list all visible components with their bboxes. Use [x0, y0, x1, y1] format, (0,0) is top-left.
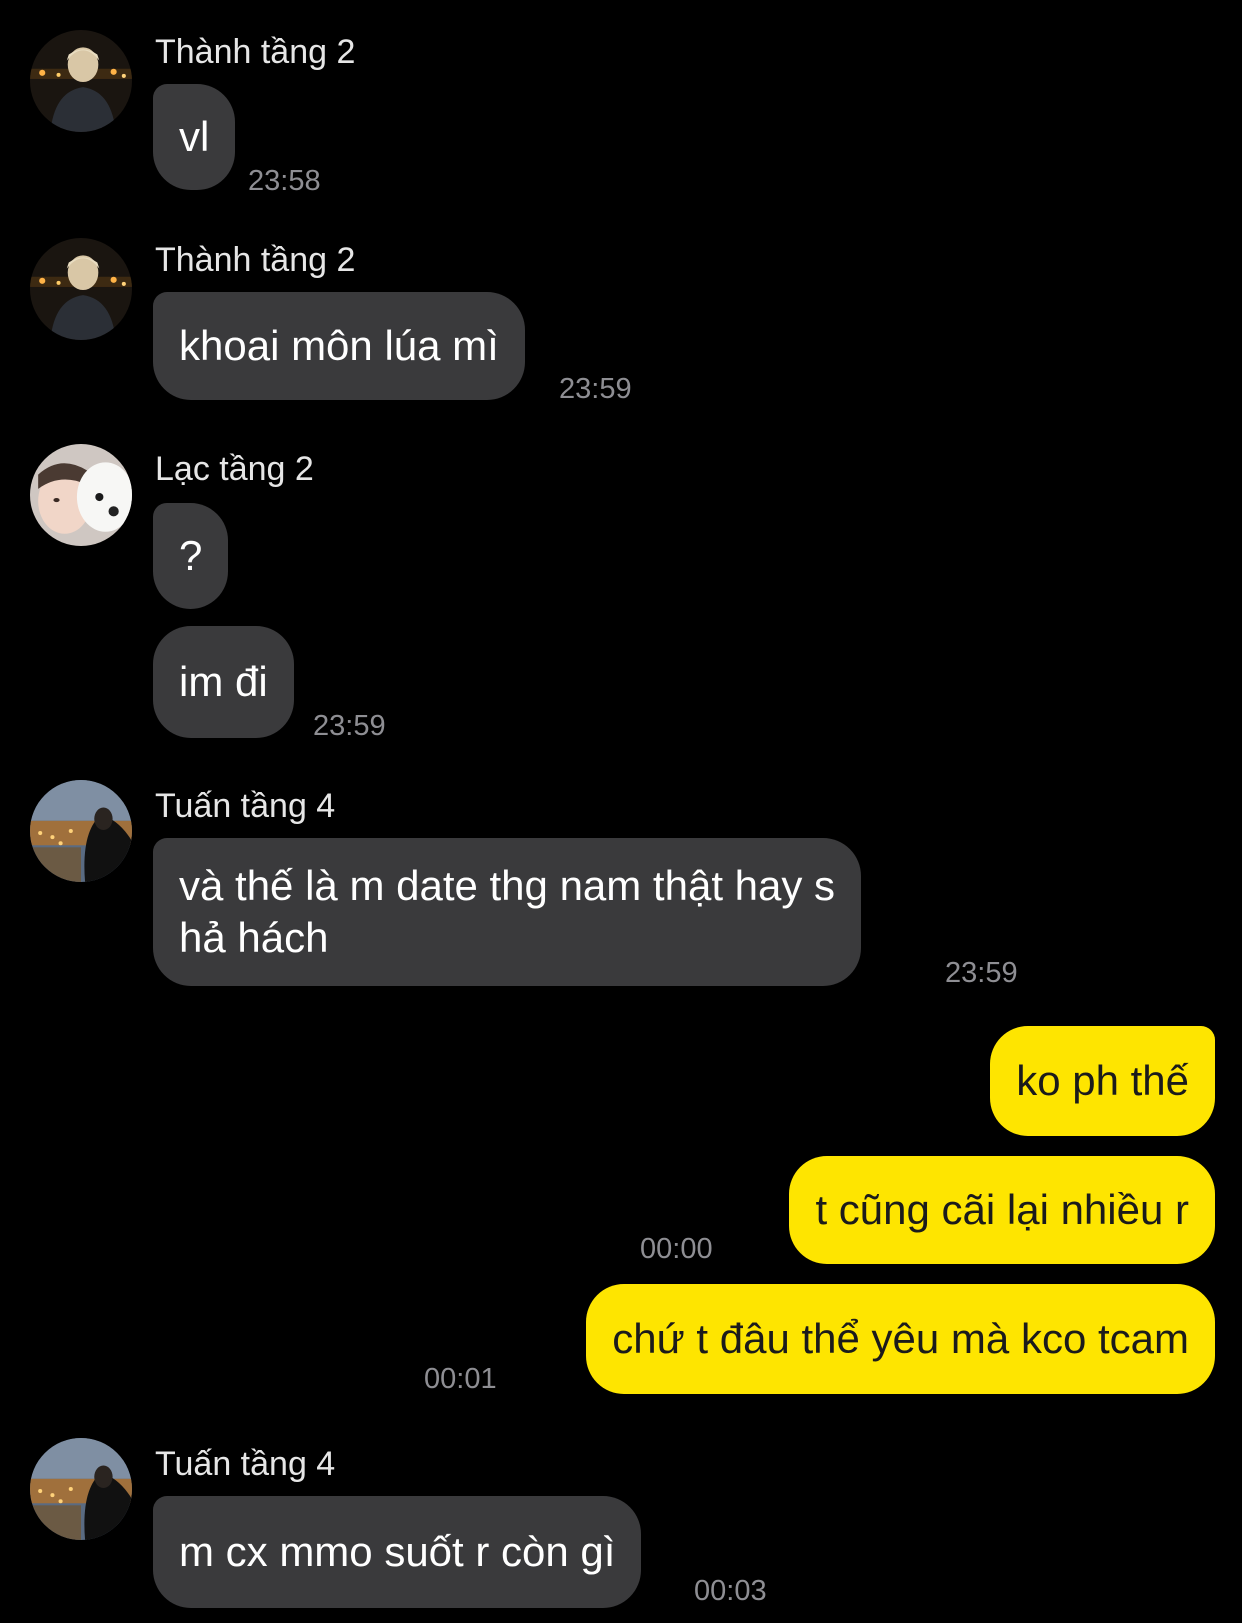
message-text: ? [179, 532, 203, 579]
avatar-tuan[interactable] [30, 780, 132, 882]
message-timestamp: 23:59 [313, 710, 386, 742]
message-text: t cũng cãi lại nhiều r [815, 1186, 1189, 1233]
message-bubble[interactable]: khoai môn lúa mì [153, 292, 525, 400]
message-timestamp: 00:03 [694, 1575, 767, 1607]
message-timestamp: 23:59 [559, 373, 632, 405]
avatar-thanh-photo [30, 238, 132, 340]
message-timestamp: 23:59 [945, 957, 1018, 989]
message-text: khoai môn lúa mì [179, 322, 499, 369]
avatar-tuan-photo [30, 1438, 132, 1540]
message-text: m cx mmo suốt r còn gì [179, 1528, 616, 1575]
message-timestamp: 23:58 [248, 165, 321, 197]
avatar-thanh[interactable] [30, 238, 132, 340]
message-timestamp: 00:01 [424, 1363, 497, 1395]
message-text-line: và thế là m date thg nam thật hay s [179, 862, 836, 909]
message-bubble[interactable]: và thế là m date thg nam thật hay s hả h… [153, 838, 862, 986]
message-text: im đi [179, 658, 268, 705]
sender-name: Thành tầng 2 [155, 33, 356, 71]
message-bubble-outgoing[interactable]: t cũng cãi lại nhiều r [789, 1156, 1215, 1264]
message-bubble[interactable]: im đi [153, 626, 294, 738]
message-bubble[interactable]: vl [153, 84, 236, 190]
message-bubble-outgoing[interactable]: ko ph thế [990, 1026, 1215, 1136]
sender-name: Tuấn tầng 4 [155, 1445, 336, 1483]
message-bubble-outgoing[interactable]: chứ t đâu thể yêu mà kco tcam [586, 1284, 1215, 1394]
sender-name: Tuấn tầng 4 [155, 787, 336, 825]
message-timestamp: 00:00 [640, 1233, 713, 1265]
chat-thread: Thành tầng 2 vl 23:58 Thành tầng 2 khoai… [0, 0, 1242, 1623]
avatar-tuan[interactable] [30, 1438, 132, 1540]
avatar-tuan-photo [30, 780, 132, 882]
message-bubble[interactable]: ? [153, 503, 229, 609]
avatar-lac-photo [30, 444, 132, 546]
avatar-thanh-photo [30, 30, 132, 132]
message-text: ko ph thế [1016, 1057, 1189, 1104]
avatar-thanh[interactable] [30, 30, 132, 132]
message-text-line: hả hách [179, 914, 329, 961]
message-text: vl [179, 113, 210, 160]
message-text: chứ t đâu thể yêu mà kco tcam [612, 1315, 1189, 1362]
avatar-lac[interactable] [30, 444, 132, 546]
message-bubble[interactable]: m cx mmo suốt r còn gì [153, 1496, 642, 1608]
sender-name: Thành tầng 2 [155, 241, 356, 279]
sender-name: Lạc tầng 2 [155, 450, 314, 488]
